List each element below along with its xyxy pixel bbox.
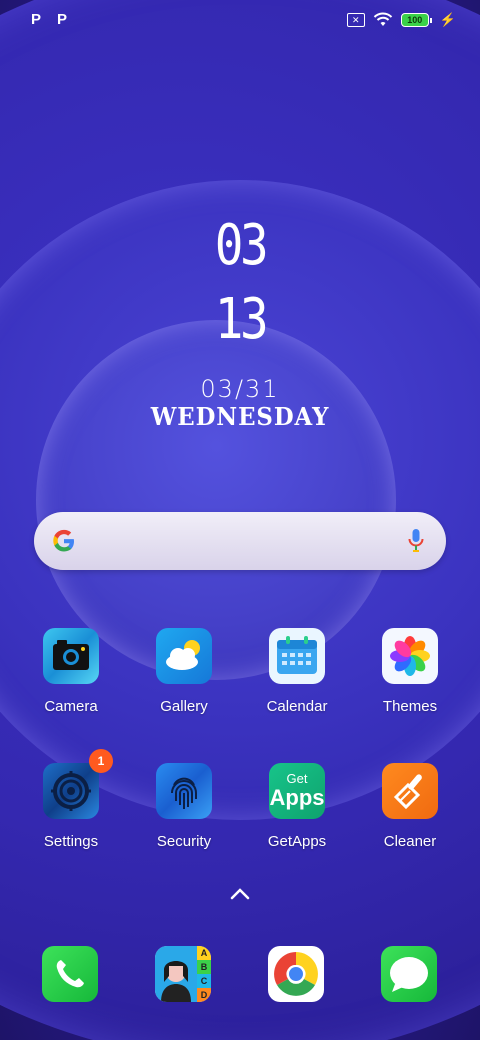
chevron-up-icon[interactable] [228,886,252,902]
fingerprint-icon [156,763,212,819]
notification-badge: 1 [89,749,113,773]
broom-icon [382,763,438,819]
getapps-icon-text: Get [286,771,308,786]
clock-minute[interactable]: 13 [36,292,444,348]
app-security[interactable]: Security [139,763,229,850]
app-label: Cleaner [383,833,437,850]
app-cleaner[interactable]: Cleaner [365,763,455,850]
phone-icon[interactable] [42,946,98,1002]
clock-weekday[interactable]: WEDNESDAY [12,402,468,431]
app-label: Gallery [160,698,208,715]
app-calendar[interactable]: Calendar [252,628,342,715]
themes-icon [382,628,438,684]
status-bar[interactable]: P P ✕ 100 ⚡ [0,0,480,44]
notification-icon: P [30,11,41,28]
chrome-icon[interactable] [268,946,324,1002]
app-settings[interactable]: 1 Settings [26,749,116,850]
app-camera[interactable]: Camera [26,628,116,715]
getapps-icon: Get Apps [269,763,325,819]
gallery-icon [156,628,212,684]
contacts-index-letter: D [200,990,208,1000]
app-themes[interactable]: Themes [365,628,455,715]
no-sim-icon: ✕ [346,13,365,27]
clock-date[interactable]: 03/31 [0,375,480,403]
clock-hour[interactable]: 03 [36,218,444,274]
contacts-index-letter: A [200,948,208,958]
settings-icon: 1 [43,749,113,819]
app-label: Camera [44,698,98,715]
charging-icon: ⚡ [439,12,456,27]
contacts-icon[interactable]: A B C D [155,946,211,1002]
wallpaper-ring [36,320,396,680]
app-label: Settings [43,833,99,850]
app-label: GetApps [267,833,327,850]
calendar-icon [269,628,325,684]
battery-icon: 100 [400,13,432,27]
app-label: Security [156,833,212,850]
app-getapps[interactable]: Get Apps GetApps [252,763,342,850]
battery-level: 100 [400,13,429,27]
messages-icon[interactable] [381,946,437,1002]
contacts-index-letter: C [200,976,208,986]
google-search-bar[interactable] [34,512,446,570]
notification-icon: P [56,11,67,28]
wifi-icon [373,12,393,26]
microphone-icon[interactable] [408,528,424,554]
app-label: Calendar [266,698,328,715]
google-g-icon [53,529,74,552]
contacts-index-letter: B [200,962,208,972]
app-gallery[interactable]: Gallery [139,628,229,715]
getapps-icon-text: Apps [269,785,325,810]
app-label: Themes [382,698,438,715]
camera-icon [43,628,99,684]
